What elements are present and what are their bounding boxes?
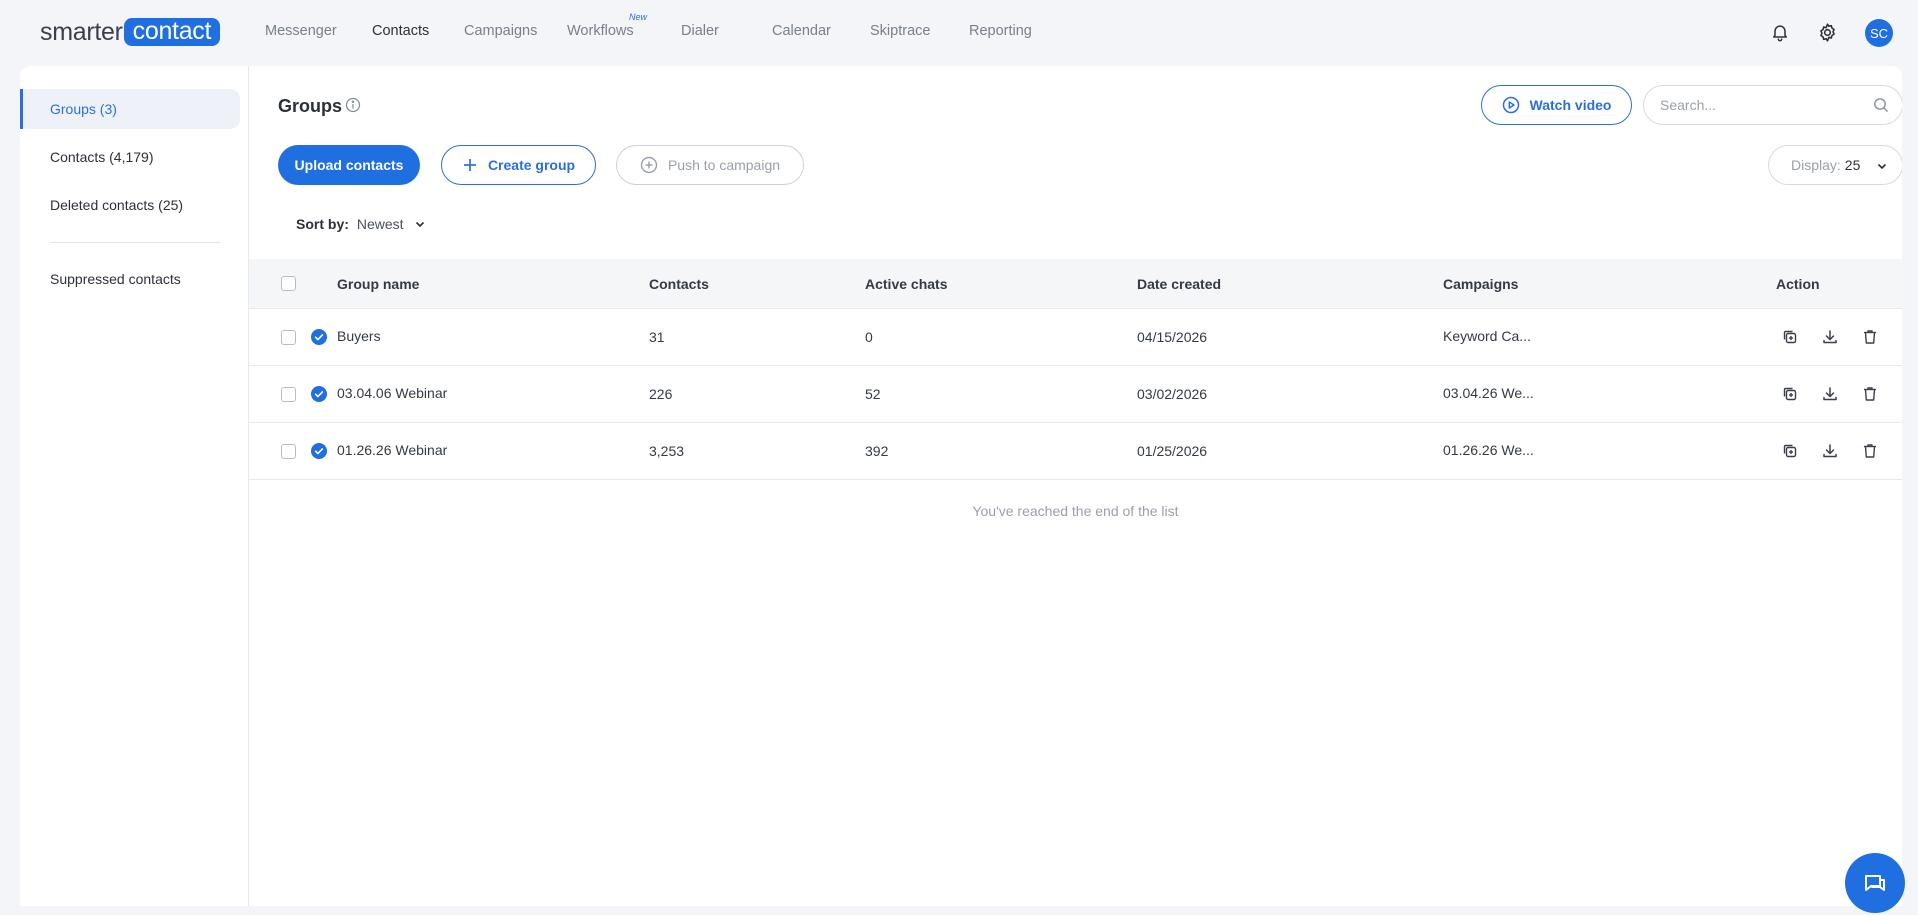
trash-icon[interactable]: [1861, 328, 1879, 346]
table-row[interactable]: 03.04.06 Webinar 226 52 03/02/2026 03.04…: [249, 366, 1902, 423]
upload-contacts-button[interactable]: Upload contacts: [278, 145, 420, 185]
download-icon[interactable]: [1821, 442, 1839, 460]
content-panel: Groups (3) Contacts (4,179) Deleted cont…: [20, 66, 1902, 906]
nav-messenger[interactable]: Messenger: [265, 23, 337, 39]
contacts-count: 226: [649, 386, 673, 402]
check-circle-icon: [311, 386, 327, 402]
column-date-created: Date created: [1137, 276, 1222, 292]
brand-word-smarter: smarter: [40, 18, 123, 46]
info-icon[interactable]: [345, 97, 361, 116]
groups-table: Group name Contacts Active chats Date cr…: [249, 259, 1902, 480]
page-title: Groups: [278, 96, 343, 116]
sort-control[interactable]: Sort by: Newest: [296, 216, 426, 232]
main-area: Groups Watch video Upload contacts Creat…: [249, 66, 1902, 906]
nav-skiptrace[interactable]: Skiptrace: [870, 23, 930, 39]
campaigns-value: 03.04.26 We...: [1443, 385, 1534, 401]
column-active-chats: Active chats: [865, 276, 948, 292]
column-contacts: Contacts: [649, 276, 709, 292]
date-created: 01/25/2026: [1137, 443, 1208, 459]
chevron-down-icon: [1877, 163, 1887, 170]
sidebar: Groups (3) Contacts (4,179) Deleted cont…: [20, 66, 249, 906]
column-action: Action: [1776, 276, 1820, 292]
brand-word-contact: contact: [123, 18, 221, 46]
display-label: Display:: [1791, 157, 1841, 173]
table-row[interactable]: 01.26.26 Webinar 3,253 392 01/25/2026 01…: [249, 423, 1902, 480]
sidebar-item-suppressed-contacts[interactable]: Suppressed contacts: [20, 259, 240, 299]
check-circle-icon: [311, 443, 327, 459]
sort-value: Newest: [356, 216, 404, 232]
copy-icon[interactable]: [1781, 328, 1799, 346]
active-chats-count: 52: [865, 386, 881, 402]
nav-dialer[interactable]: Dialer: [681, 23, 719, 39]
trash-icon[interactable]: [1861, 385, 1879, 403]
sidebar-item-deleted-contacts[interactable]: Deleted contacts (25): [20, 185, 240, 225]
chat-support-button[interactable]: [1845, 853, 1905, 913]
group-name[interactable]: Buyers: [337, 328, 381, 344]
watch-video-button[interactable]: Watch video: [1481, 85, 1632, 125]
group-name[interactable]: 01.26.26 Webinar: [337, 442, 447, 458]
active-chats-count: 0: [865, 329, 873, 345]
group-name[interactable]: 03.04.06 Webinar: [337, 385, 447, 401]
display-select[interactable]: Display: 25: [1768, 145, 1902, 185]
search-input[interactable]: [1643, 85, 1902, 125]
brand-logo[interactable]: smarter contact: [40, 18, 221, 46]
gear-icon[interactable]: [1815, 20, 1839, 44]
chat-icon: [1865, 875, 1885, 891]
chevron-down-icon: [415, 221, 424, 228]
copy-icon[interactable]: [1781, 442, 1799, 460]
row-checkbox[interactable]: [281, 387, 296, 402]
campaigns-value: Keyword Ca...: [1443, 328, 1531, 344]
contacts-count: 31: [649, 329, 665, 345]
plus-icon: [463, 159, 476, 171]
trash-icon[interactable]: [1861, 442, 1879, 460]
contacts-count: 3,253: [649, 443, 685, 459]
search-icon: [1873, 97, 1889, 116]
bell-icon[interactable]: [1768, 20, 1792, 44]
table-row[interactable]: Buyers 31 0 04/15/2026 Keyword Ca...: [249, 309, 1902, 366]
date-created: 04/15/2026: [1137, 329, 1208, 345]
push-to-campaign-button[interactable]: Push to campaign: [616, 145, 804, 185]
active-chats-count: 392: [865, 443, 889, 459]
push-to-campaign-label: Push to campaign: [667, 157, 781, 173]
campaigns-value: 01.26.26 We...: [1443, 442, 1534, 458]
download-icon[interactable]: [1821, 385, 1839, 403]
end-of-list-note: You've reached the end of the list: [972, 503, 1179, 519]
new-badge: New: [629, 12, 648, 22]
check-circle-icon: [311, 329, 327, 345]
create-group-button[interactable]: Create group: [441, 145, 596, 185]
display-value: 25: [1844, 157, 1861, 173]
play-circle-icon: [1502, 96, 1519, 114]
nav-reporting[interactable]: Reporting: [969, 23, 1032, 39]
sort-label: Sort by:: [296, 216, 349, 232]
nav-contacts[interactable]: Contacts: [372, 23, 429, 39]
row-checkbox[interactable]: [281, 330, 296, 345]
date-created: 03/02/2026: [1137, 386, 1208, 402]
table-header: Group name Contacts Active chats Date cr…: [249, 259, 1902, 309]
column-campaigns: Campaigns: [1443, 276, 1519, 292]
row-checkbox[interactable]: [281, 444, 296, 459]
top-navigation: smarter contact Messenger Contacts Campa…: [0, 0, 1918, 64]
select-all-checkbox[interactable]: [281, 276, 296, 291]
watch-video-label: Watch video: [1529, 97, 1612, 113]
avatar[interactable]: SC: [1865, 19, 1893, 47]
nav-calendar[interactable]: Calendar: [772, 23, 831, 39]
create-group-label: Create group: [487, 157, 576, 173]
sidebar-divider: [50, 242, 220, 243]
column-group-name: Group name: [337, 276, 420, 292]
copy-icon[interactable]: [1781, 385, 1799, 403]
download-icon[interactable]: [1821, 328, 1839, 346]
nav-campaigns[interactable]: Campaigns: [464, 23, 537, 39]
nav-workflows[interactable]: Workflows: [567, 23, 634, 39]
sidebar-item-contacts[interactable]: Contacts (4,179): [20, 137, 240, 177]
sidebar-item-groups[interactable]: Groups (3): [20, 89, 240, 129]
plus-circle-icon: [640, 156, 658, 174]
